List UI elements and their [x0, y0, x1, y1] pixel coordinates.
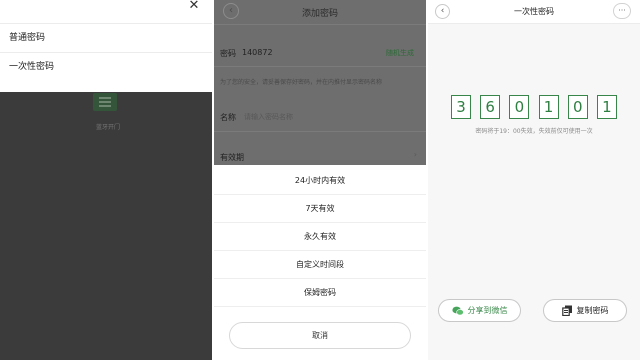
option-nanny-password[interactable]: 保姆密码: [214, 279, 426, 307]
share-to-wechat-button[interactable]: 分享到微信: [438, 299, 521, 322]
menu-header: ✕: [0, 0, 212, 22]
security-hint: 为了您的安全，请妥善保存好密码，并在内推付显示密码名称: [220, 79, 383, 86]
one-time-password-screen: ‹ 一次性密码 ··· 3 6 0 1 0 1 密码将于19：00失效，失效前仅…: [428, 0, 640, 360]
copy-password-button[interactable]: 复制密码: [543, 299, 627, 322]
password-type-menu-screen: ✕ 普通密码 一次性密码 蓝牙开门: [0, 0, 212, 360]
password-value: 140872: [242, 48, 273, 57]
password-digit: 0: [567, 95, 588, 119]
password-digit: 0: [509, 95, 530, 119]
wechat-icon: [451, 306, 464, 315]
password-digit: 6: [480, 95, 501, 119]
option-24-hours[interactable]: 24小时内有效: [214, 167, 426, 195]
page-title: 一次性密码: [514, 7, 554, 16]
bluetooth-unlock-icon: [93, 93, 117, 111]
menu-item-one-time-password[interactable]: 一次性密码: [0, 52, 212, 81]
close-icon[interactable]: ✕: [185, 0, 203, 14]
header: ‹ 一次性密码 ···: [428, 0, 640, 24]
cancel-button[interactable]: 取消: [229, 322, 411, 349]
password-digit: 1: [538, 95, 559, 119]
expiry-note: 密码将于19：00失效，失效前仅可使用一次: [475, 128, 593, 135]
copy-label: 复制密码: [576, 306, 609, 315]
more-icon[interactable]: ···: [613, 3, 631, 19]
name-label: 名称: [220, 113, 236, 122]
divider: [214, 24, 426, 25]
option-custom-period[interactable]: 自定义时间段: [214, 251, 426, 279]
bluetooth-unlock-label: 蓝牙开门: [95, 124, 120, 131]
name-input[interactable]: 请输入密码名称: [244, 112, 293, 122]
copy-icon: [561, 305, 572, 316]
divider: [214, 131, 426, 132]
password-digit: 1: [596, 95, 617, 119]
menu-item-normal-password[interactable]: 普通密码: [0, 23, 212, 52]
validity-label[interactable]: 有效期: [220, 152, 244, 163]
dimmed-form[interactable]: ‹ 添加密码 密码 140872 随机生成 为了您的安全，请妥善保存好密码，并在…: [214, 0, 426, 165]
random-generate-link[interactable]: 随机生成: [386, 48, 414, 58]
add-password-screen: ‹ 添加密码 密码 140872 随机生成 为了您的安全，请妥善保存好密码，并在…: [214, 0, 426, 360]
chevron-right-icon: ›: [413, 150, 417, 159]
password-digits: 3 6 0 1 0 1: [451, 95, 617, 119]
page-title: 添加密码: [301, 9, 338, 19]
option-permanent[interactable]: 永久有效: [214, 223, 426, 251]
password-label: 密码: [220, 49, 236, 58]
option-7-days[interactable]: 7天有效: [214, 195, 426, 223]
divider: [214, 66, 426, 67]
validity-action-sheet: 24小时内有效 7天有效 永久有效 自定义时间段 保姆密码 取消: [214, 165, 426, 360]
dim-overlay[interactable]: 蓝牙开门: [0, 92, 212, 360]
password-digit: 3: [451, 95, 471, 119]
share-label: 分享到微信: [467, 306, 508, 315]
